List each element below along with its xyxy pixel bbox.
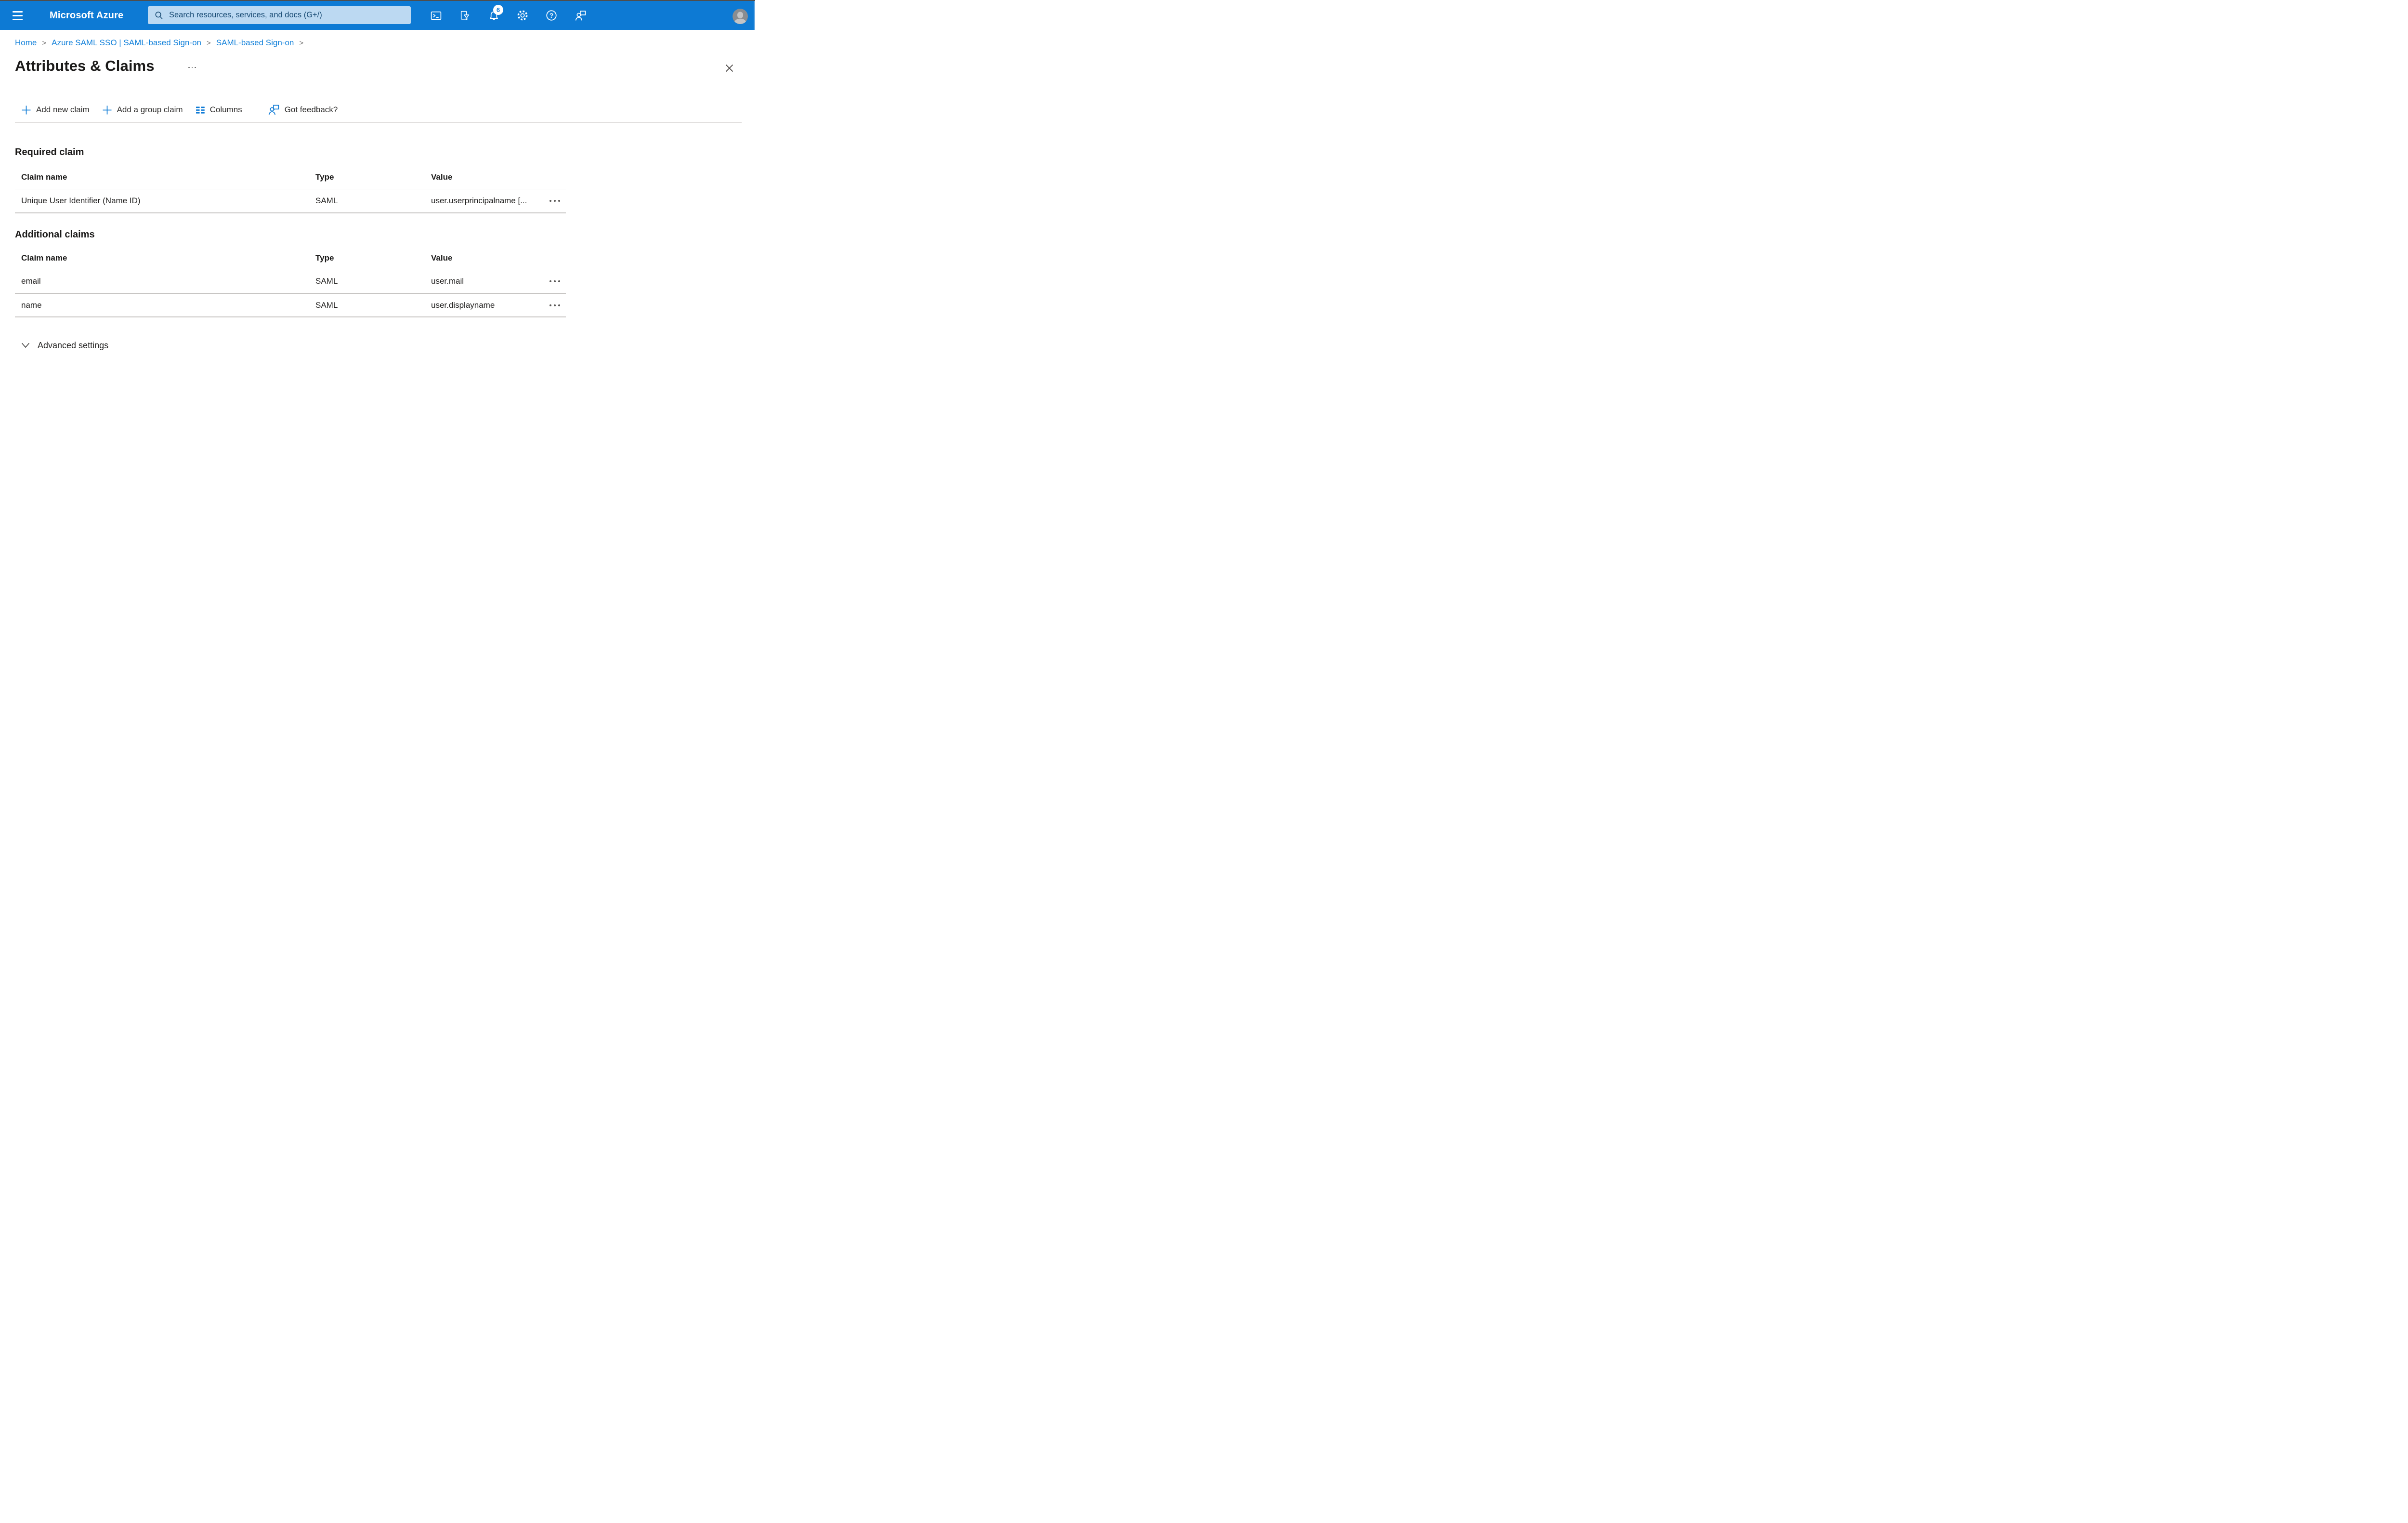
claim-name-cell[interactable]: email (21, 269, 41, 293)
directory-filter-icon (460, 11, 469, 20)
got-feedback-button[interactable]: Got feedback? (268, 104, 338, 116)
claim-value-cell: user.displayname (431, 300, 495, 310)
search-input[interactable] (163, 6, 411, 24)
directory-filter-button[interactable] (455, 6, 474, 25)
breadcrumb-separator-icon: > (299, 39, 304, 47)
column-header-type: Type (315, 253, 334, 263)
close-blade-button[interactable] (722, 61, 736, 75)
topbar-icon-group: 6 ? (426, 5, 590, 25)
claim-value-cell: user.mail (431, 276, 464, 286)
ellipsis-icon (558, 304, 560, 306)
ellipsis-icon (558, 280, 560, 282)
feedback-button[interactable] (571, 6, 590, 25)
breadcrumb-link-saml-sign-on[interactable]: SAML-based Sign-on (216, 38, 294, 48)
column-header-value: Value (431, 172, 453, 182)
portal-menu-button[interactable] (8, 6, 27, 25)
ellipsis-icon (558, 200, 560, 202)
toolbar-divider-rule (15, 122, 742, 123)
ellipsis-icon (554, 200, 556, 202)
brand-title[interactable]: Microsoft Azure (50, 1, 123, 30)
required-claim-table: Claim name Type Value Unique User Identi… (15, 165, 566, 213)
help-icon: ? (546, 10, 557, 21)
column-header-claim-name: Claim name (21, 253, 67, 263)
column-header-type: Type (315, 172, 334, 182)
global-search[interactable] (148, 6, 411, 24)
page-more-options-button[interactable] (186, 64, 198, 71)
svg-text:?: ? (550, 12, 553, 19)
row-context-menu-button[interactable] (547, 294, 563, 316)
breadcrumb-separator-icon: > (42, 39, 47, 47)
got-feedback-label: Got feedback? (284, 105, 338, 114)
command-bar: Add new claim Add a group claim Columns (21, 101, 338, 119)
claim-value-cell: user.userprincipalname [... (431, 196, 527, 205)
add-new-claim-button[interactable]: Add new claim (21, 105, 90, 115)
settings-button[interactable] (513, 6, 532, 25)
page-title: Attributes & Claims (15, 57, 155, 74)
topbar-scrollbar-strip (754, 1, 755, 30)
breadcrumb-link-app-sign-on[interactable]: Azure SAML SSO | SAML-based Sign-on (52, 38, 201, 48)
required-claim-heading: Required claim (15, 147, 84, 158)
search-icon (155, 11, 163, 19)
ellipsis-icon (550, 304, 551, 306)
add-group-claim-button[interactable]: Add a group claim (102, 105, 183, 115)
table-row-name[interactable]: name SAML user.displayname (15, 294, 566, 317)
claim-name-cell[interactable]: name (21, 294, 42, 316)
breadcrumb-link-home[interactable]: Home (15, 38, 37, 48)
ellipsis-icon (195, 66, 196, 68)
table-header-row: Claim name Type Value (15, 247, 566, 269)
claim-name-cell[interactable]: Unique User Identifier (Name ID) (21, 189, 141, 212)
feedback-person-icon (575, 10, 586, 21)
user-avatar[interactable] (733, 9, 748, 24)
claim-type-cell: SAML (315, 276, 338, 286)
ellipsis-icon (550, 200, 551, 202)
advanced-settings-toggle[interactable]: Advanced settings (21, 338, 108, 353)
hamburger-icon (12, 18, 23, 20)
notification-badge: 6 (493, 5, 503, 15)
claim-type-cell: SAML (315, 300, 338, 310)
columns-label: Columns (209, 105, 242, 114)
claim-type-cell: SAML (315, 196, 338, 205)
feedback-person-icon (268, 105, 279, 115)
window-top-edge (0, 0, 755, 1)
row-context-menu-button[interactable] (547, 269, 563, 293)
column-header-value: Value (431, 253, 453, 263)
hamburger-icon (12, 14, 23, 16)
ellipsis-icon (191, 66, 193, 68)
help-button[interactable]: ? (542, 6, 561, 25)
table-row-email[interactable]: email SAML user.mail (15, 269, 566, 294)
table-header-row: Claim name Type Value (15, 165, 566, 189)
settings-gear-icon (517, 10, 528, 21)
additional-claims-heading: Additional claims (15, 229, 95, 240)
additional-claims-table: Claim name Type Value email SAML user.ma… (15, 247, 566, 317)
columns-icon (196, 106, 205, 114)
breadcrumb-separator-icon: > (207, 39, 211, 47)
advanced-settings-label: Advanced settings (38, 340, 109, 350)
row-context-menu-button[interactable] (547, 189, 563, 212)
close-icon (725, 64, 733, 72)
cloud-shell-button[interactable] (426, 6, 445, 25)
column-header-claim-name: Claim name (21, 172, 67, 182)
ellipsis-icon (188, 66, 190, 68)
plus-icon (103, 105, 112, 114)
chevron-down-icon (21, 342, 30, 348)
table-row-unique-user-identifier[interactable]: Unique User Identifier (Name ID) SAML us… (15, 189, 566, 213)
plus-icon (22, 105, 31, 114)
ellipsis-icon (550, 280, 551, 282)
topbar: Microsoft Azure Search resources, servic… (0, 1, 755, 30)
avatar-silhouette-icon (733, 9, 748, 24)
ellipsis-icon (554, 304, 556, 306)
cloud-shell-icon (431, 11, 441, 20)
hamburger-icon (12, 11, 23, 13)
breadcrumb: Home > Azure SAML SSO | SAML-based Sign-… (15, 38, 309, 48)
notifications-button[interactable]: 6 (484, 5, 503, 25)
add-group-claim-label: Add a group claim (117, 105, 183, 114)
add-new-claim-label: Add new claim (36, 105, 90, 114)
ellipsis-icon (554, 280, 556, 282)
columns-button[interactable]: Columns (196, 105, 242, 115)
